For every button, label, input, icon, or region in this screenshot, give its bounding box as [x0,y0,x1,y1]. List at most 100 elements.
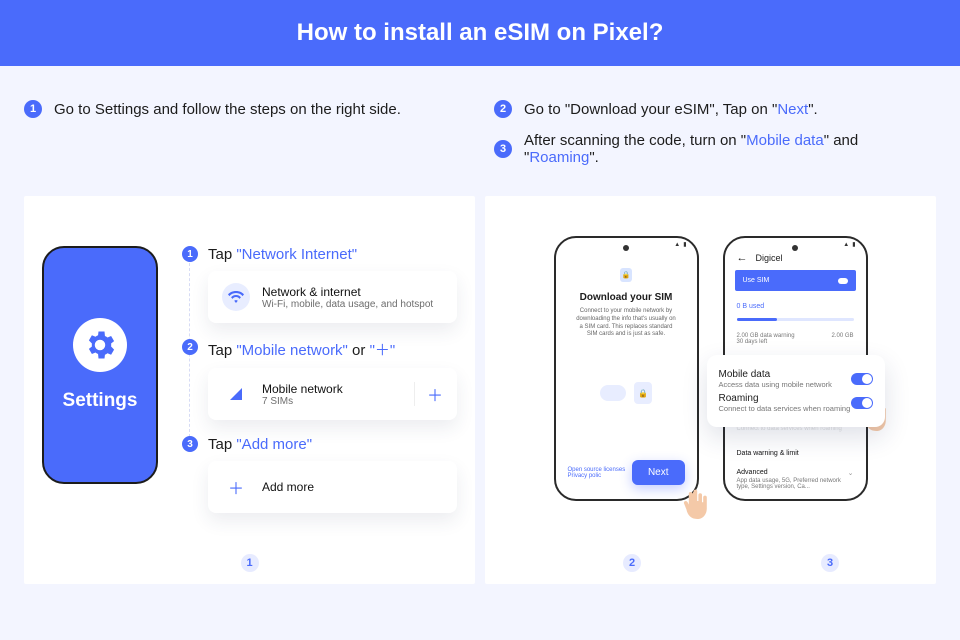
step-1-num: 1 [182,246,198,262]
roaming-title: Roaming [719,393,851,404]
instruction-2: 2 Go to "Download your eSIM", Tap on "Ne… [494,100,936,118]
step-1-pre: Tap [208,246,236,263]
tile-network-internet[interactable]: Network & internet Wi-Fi, mobile, data u… [208,271,457,323]
data-warning-row[interactable]: Data warning & limit [725,444,866,463]
carrier-name: Digicel [756,253,783,263]
phone-download-sim: ▲▮ 🔒 Download your SIM Connect to your m… [554,236,699,501]
roaming-sub: Connect to data services when roaming [719,404,851,413]
phone-header: ← Digicel [737,252,783,264]
instruction-3-hl2: Roaming [529,149,589,166]
step-2-text: Tap "Mobile network" or "＋" [208,339,457,360]
wifi-icon [222,283,250,311]
step-num-2: 2 [494,100,512,118]
card-2: ▲▮ 🔒 Download your SIM Connect to your m… [485,196,936,584]
download-sim-title: Download your SIM [572,292,681,303]
roaming-toggle-row[interactable]: Roaming Connect to data services when ro… [719,393,873,413]
instructions-block: 1 Go to Settings and follow the steps on… [0,100,960,180]
step-num-1: 1 [24,100,42,118]
tile-network-sub: Wi-Fi, mobile, data usage, and hotspot [262,299,443,310]
instruction-2-post: ". [808,101,818,118]
advanced-label: Advanced [737,469,854,476]
step-2-num: 2 [182,339,198,355]
page-title: How to install an eSIM on Pixel? [297,19,664,47]
settings-phone-mock: Settings [42,246,158,484]
roaming-toggle[interactable] [851,397,873,409]
step-1: 1 Tap "Network Internet" Network & inter… [182,246,457,323]
data-used-value: 0 B used [737,303,854,310]
advanced-row[interactable]: Advanced App data usage, 5G, Preferred n… [725,463,866,496]
next-button[interactable]: Next [632,460,685,485]
status-icons: ▲▮ [674,241,686,248]
download-sim-sub: Connect to your mobile network by downlo… [572,308,681,339]
toggle-card: Mobile data Access data using mobile net… [707,355,885,427]
data-limit-left: 2.00 GB data warning 30 days left [737,333,795,345]
data-used-row: 0 B used [725,297,866,316]
cloud-icon [600,385,626,401]
badge-1: 1 [241,554,259,572]
instruction-3-text: After scanning the code, turn on "Mobile… [524,132,936,166]
signal-icon [222,380,250,408]
step-2: 2 Tap "Mobile network" or "＋" Mobile net… [182,339,457,420]
data-warning-label: Data warning & limit [737,450,854,457]
step-3-num: 3 [182,436,198,452]
use-sim-toggle-on[interactable] [838,278,848,284]
tile-mobile-sub: 7 SIMs [262,396,414,407]
step-1-hl: "Network Internet" [236,246,357,263]
instruction-1-text: Go to Settings and follow the steps on t… [54,101,401,118]
instruction-3-pre: After scanning the code, turn on " [524,132,746,149]
tile-add-more[interactable]: ＋ Add more [208,461,457,513]
header-banner: How to install an eSIM on Pixel? [0,0,960,66]
chevron-down-icon: ⌄ [848,469,854,477]
add-network-plus-icon[interactable]: ＋ [414,382,443,406]
mobile-data-toggle[interactable] [851,373,873,385]
badge-3: 3 [821,554,839,572]
phone-notch [792,245,798,251]
mobile-data-sub: Access data using mobile network [719,380,832,389]
tile-network-title: Network & internet [262,285,443,299]
instruction-3-post: ". [589,149,599,166]
sim-icon: 🔒 [634,382,652,404]
use-sim-row[interactable]: Use SIM [735,270,856,291]
card-1: Settings 1 Tap "Network Internet" Networ… [24,196,475,584]
step-1-text: Tap "Network Internet" [208,246,457,263]
tile-mobile-title: Mobile network [262,382,414,396]
step-3-text: Tap "Add more" [208,436,457,453]
plus-icon: ＋ [222,473,250,501]
data-limit-row: 2.00 GB data warning 30 days left 2.00 G… [725,327,866,351]
tile-addmore-title: Add more [262,480,443,494]
back-icon[interactable]: ← [737,252,748,264]
step-3: 3 Tap "Add more" ＋ Add more [182,436,457,513]
instruction-2-hl: Next [777,101,808,118]
mobile-data-title: Mobile data [719,369,832,380]
step-3-pre: Tap [208,436,236,453]
badge-2: 2 [623,554,641,572]
step-num-3: 3 [494,140,512,158]
instruction-1: 1 Go to Settings and follow the steps on… [24,100,466,118]
data-limit-right: 2.00 GB [831,333,853,345]
instructions-right: 2 Go to "Download your eSIM", Tap on "Ne… [494,100,936,180]
instruction-2-text: Go to "Download your eSIM", Tap on "Next… [524,101,818,118]
sim-illustration: 🔒 [572,373,681,413]
advanced-sub: App data usage, 5G, Preferred network ty… [737,478,854,490]
instruction-2-pre: Go to "Download your eSIM", Tap on " [524,101,777,118]
cards-row: Settings 1 Tap "Network Internet" Networ… [0,196,960,584]
phone-3-wrap: ▲▮ ← Digicel Use SIM 0 B used [723,236,868,501]
use-sim-label: Use SIM [743,277,770,284]
data-usage-bar [737,318,854,321]
phone-notch [623,245,629,251]
footer-links[interactable]: Open source licenses Privacy polic [568,467,632,479]
tile-mobile-network[interactable]: Mobile network 7 SIMs ＋ [208,368,457,420]
step-2-pre: Tap [208,342,236,359]
instruction-3: 3 After scanning the code, turn on "Mobi… [494,132,936,166]
steps-col: 1 Tap "Network Internet" Network & inter… [182,246,457,529]
shield-icon: 🔒 [620,268,632,282]
phone-2-wrap: ▲▮ 🔒 Download your SIM Connect to your m… [554,236,699,501]
instruction-3-hl1: Mobile data [746,132,824,149]
status-icons: ▲▮ [843,241,855,248]
mobile-data-toggle-row[interactable]: Mobile data Access data using mobile net… [719,369,873,389]
step-2-mid: or [348,342,370,359]
gear-icon [73,318,127,372]
settings-label: Settings [63,390,138,412]
step-3-hl: "Add more" [236,436,312,453]
step-2-hl2: "＋" [370,342,396,359]
